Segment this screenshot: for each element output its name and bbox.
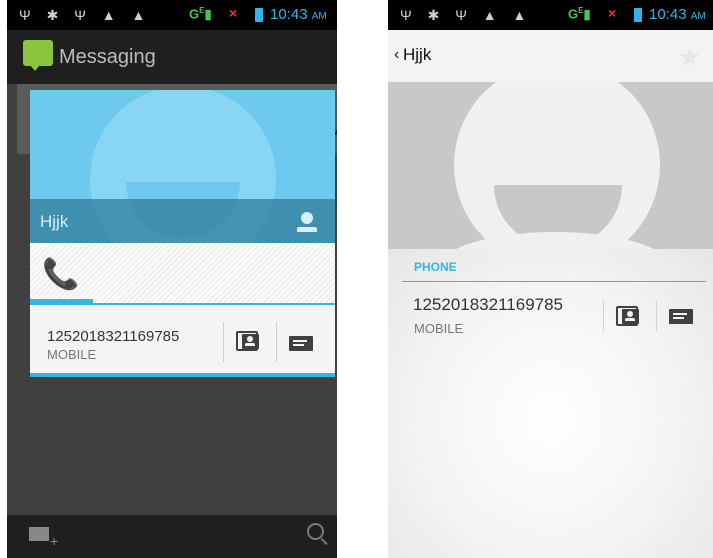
status-bar: Ψ ✱ Ψ ▲ ▲ GE▮ × 10:43 AM	[388, 0, 713, 30]
send-message-icon[interactable]	[289, 336, 313, 351]
compose-icon[interactable]	[29, 527, 58, 549]
name-band: Hjjk	[30, 199, 335, 243]
clock: 10:43 AM	[270, 6, 327, 23]
quick-contact-tabs: 📞	[30, 243, 335, 305]
battery-icon	[255, 8, 263, 22]
sms-failed-icon: ×	[608, 5, 617, 21]
phone-number[interactable]: 1252018321169785	[413, 295, 563, 315]
back-chevron-icon[interactable]: ‹	[394, 46, 399, 64]
network-signal-icon: GE▮	[189, 6, 212, 22]
status-bar: Ψ ✱ Ψ ▲ ▲ GE▮ × 10:43 AM	[7, 0, 337, 30]
notification-icons: Ψ ✱ Ψ ▲ ▲	[400, 7, 533, 23]
star-icon[interactable]: ★	[678, 42, 701, 73]
right-screen: Ψ ✱ Ψ ▲ ▲ GE▮ × 10:43 AM ‹ Hjjk ★ PHONE …	[388, 0, 713, 558]
messaging-app-icon[interactable]	[23, 40, 53, 71]
phone-type: MOBILE	[47, 347, 97, 362]
send-message-icon[interactable]	[669, 309, 693, 324]
action-bar	[388, 30, 713, 82]
app-title: Messaging	[59, 46, 156, 68]
contact-photo	[388, 82, 713, 249]
left-screen: Ψ ✱ Ψ ▲ ▲ GE▮ × 10:43 AM Messaging M Hjj…	[7, 0, 337, 558]
clock: 10:43 AM	[649, 6, 706, 23]
battery-icon	[634, 8, 642, 22]
open-contact-icon[interactable]	[297, 212, 317, 232]
section-header: PHONE	[414, 260, 457, 274]
quick-contact-card: Hjjk 📞 1252018321169785 MOBILE	[30, 90, 335, 377]
phone-type: MOBILE	[414, 321, 464, 336]
network-signal-icon: GE▮	[568, 6, 591, 22]
notification-icons: Ψ ✱ Ψ ▲ ▲	[19, 7, 152, 23]
contact-details: PHONE 1252018321169785 MOBILE	[388, 249, 713, 558]
active-tab-indicator	[30, 299, 93, 305]
bottom-action-bar	[7, 515, 337, 558]
contact-photo: Hjjk	[30, 90, 335, 243]
contact-name: Hjjk	[40, 212, 69, 231]
phone-number[interactable]: 1252018321169785	[47, 328, 179, 345]
search-icon[interactable]	[307, 523, 324, 540]
phone-tab-icon[interactable]: 📞	[42, 257, 79, 292]
sms-failed-icon: ×	[229, 5, 238, 21]
contact-name-title[interactable]: Hjjk	[403, 45, 431, 65]
action-bar	[7, 30, 337, 84]
